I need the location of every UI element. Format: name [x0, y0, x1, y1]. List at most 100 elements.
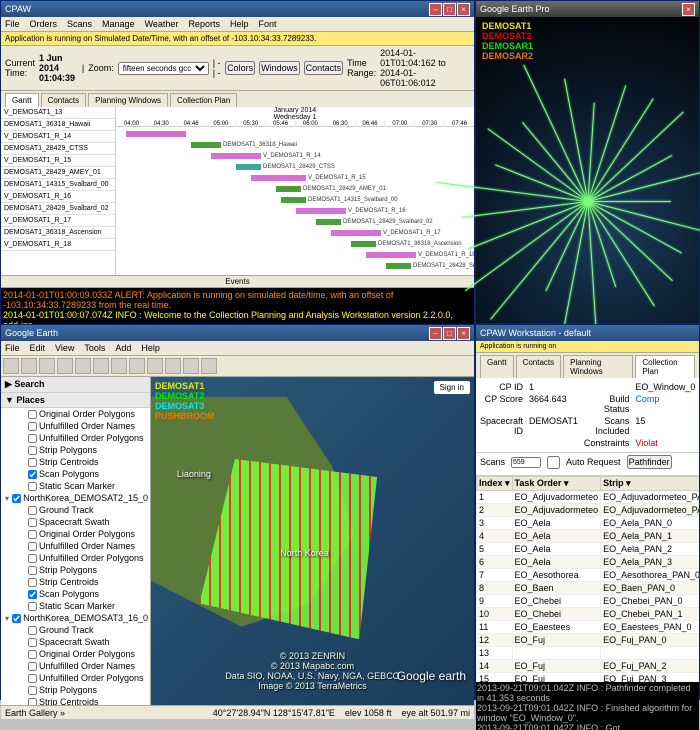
column-header[interactable]: Index ▾ [477, 477, 513, 491]
tree-checkbox[interactable] [12, 614, 21, 623]
menu-tools[interactable]: Tools [84, 343, 105, 353]
ge-map-view[interactable]: DEMOSAT1DEMOSAT2DEMOSAT3PUSHBROOM North … [151, 377, 474, 705]
table-row[interactable]: 1EO_AdjuvadormeteoEO_Adjuvadormeteo_PAN_… [477, 491, 700, 504]
toolbar-button[interactable] [201, 358, 217, 374]
tree-node[interactable]: Original Order Polygons [1, 408, 150, 420]
table-row[interactable]: 6EO_AelaEO_Aela_PAN_3236Available2011-09… [477, 556, 700, 569]
tree-node[interactable]: Strip Centroids [1, 696, 150, 705]
gantt-row[interactable]: V_DEMOSAT1_R_15 [1, 155, 115, 167]
table-row[interactable]: 9EO_ChebeiEO_Chebei_PAN_0188Available201… [477, 595, 700, 608]
gantt-bar[interactable]: DEMOSAT1_28429_CTSS [236, 164, 261, 170]
windows-button[interactable]: Windows [259, 61, 300, 75]
tree-node[interactable]: Spacecraft Swath [1, 516, 150, 528]
minimize-icon[interactable]: – [429, 327, 442, 340]
tree-checkbox[interactable] [28, 566, 37, 575]
close-icon[interactable]: × [457, 3, 470, 16]
tree-node[interactable]: Strip Polygons [1, 444, 150, 456]
gep-globe-view[interactable]: DEMOSAT1DEMOSAT2DEMOSAR1DEMOSAR2 [476, 17, 699, 323]
cpaww-titlebar[interactable]: CPAW Workstation - default [476, 325, 699, 341]
gantt-row[interactable]: V_DEMOSAT1_13 [1, 107, 115, 119]
tree-node[interactable]: Unfulfilled Order Names [1, 660, 150, 672]
tree-checkbox[interactable] [28, 554, 37, 563]
gantt-row[interactable]: DEMOSAT1_14315_Svalbard_00 [1, 179, 115, 191]
menu-view[interactable]: View [55, 343, 74, 353]
gantt-row[interactable]: DEMOSAT1_28429_AMEY_01 [1, 167, 115, 179]
colors-button[interactable]: Colors [225, 61, 255, 75]
tree-checkbox[interactable] [28, 626, 37, 635]
close-icon[interactable]: × [682, 3, 695, 16]
tree-checkbox[interactable] [28, 650, 37, 659]
toolbar-button[interactable] [129, 358, 145, 374]
tree-node[interactable]: Static Scan Marker [1, 480, 150, 492]
gantt-bar[interactable]: V_DEMOSAT1_R_15 [251, 175, 306, 181]
tree-node[interactable]: Ground Track [1, 504, 150, 516]
menu-manage[interactable]: Manage [102, 19, 135, 29]
menu-file[interactable]: File [5, 19, 20, 29]
table-row[interactable]: 8EO_BaenEO_Baen_PAN_0216Available2011-09… [477, 582, 700, 595]
tab-collection-plan[interactable]: Collection Plan [170, 93, 237, 107]
menu-add[interactable]: Add [115, 343, 131, 353]
tree-node[interactable]: Ground Track [1, 624, 150, 636]
table-row[interactable]: 10EO_ChebeiEO_Chebei_PAN_1195Available20… [477, 608, 700, 621]
cpaw-titlebar[interactable]: CPAW –□× [1, 1, 474, 17]
tree-node[interactable]: Unfulfilled Order Polygons [1, 672, 150, 684]
tree-checkbox[interactable] [28, 542, 37, 551]
table-row[interactable]: 2EO_AdjuvadormeteoEO_Adjuvadormeteo_PAN_… [477, 504, 700, 517]
tab-contacts[interactable]: Contacts [516, 355, 562, 378]
menu-scans[interactable]: Scans [67, 19, 92, 29]
table-row[interactable]: 4EO_AelaEO_Aela_PAN_1388Available2011-09… [477, 530, 700, 543]
maximize-icon[interactable]: □ [443, 3, 456, 16]
tree-node[interactable]: Unfulfilled Order Polygons [1, 432, 150, 444]
places-header[interactable]: ▼ Places [1, 393, 150, 408]
table-row[interactable]: 7EO_AesothoreaEO_Aesothorea_PAN_0387Avai… [477, 569, 700, 582]
gantt-bar[interactable]: V_DEMOSAT1_R_14 [211, 153, 261, 159]
gantt-row[interactable]: V_DEMOSAT1_R_17 [1, 215, 115, 227]
tree-node[interactable]: Strip Polygons [1, 564, 150, 576]
toolbar-button[interactable] [111, 358, 127, 374]
gantt-bar[interactable] [126, 131, 186, 137]
tree-checkbox[interactable] [28, 458, 37, 467]
menu-help[interactable]: Help [141, 343, 160, 353]
tree-checkbox[interactable] [28, 686, 37, 695]
tree-checkbox[interactable] [28, 674, 37, 683]
tree-checkbox[interactable] [28, 530, 37, 539]
close-icon[interactable]: × [457, 327, 470, 340]
gantt-bar[interactable]: DEMOSAT1_14315_Svalbard_00 [281, 197, 306, 203]
tree-node[interactable]: Scan Polygons [1, 468, 150, 480]
tree-checkbox[interactable] [28, 578, 37, 587]
scans-input[interactable] [511, 457, 541, 468]
tree-checkbox[interactable] [28, 590, 37, 599]
gantt-row[interactable]: DEMOSAT1_28429_CTSS [1, 143, 115, 155]
tree-checkbox[interactable] [28, 482, 37, 491]
column-header[interactable]: Strip ▾ [601, 477, 699, 491]
gantt-bar[interactable]: V_DEMOSAT1_R_17 [331, 230, 381, 236]
tree-checkbox[interactable] [28, 506, 37, 515]
table-row[interactable]: 13 [477, 647, 700, 660]
tree-checkbox[interactable] [28, 422, 37, 431]
tree-checkbox[interactable] [28, 638, 37, 647]
gantt-bar[interactable]: DEMOSAT1_36318_Hawaii [191, 142, 221, 148]
table-row[interactable]: 5EO_AelaEO_Aela_PAN_2392Available2011-09… [477, 543, 700, 556]
table-row[interactable]: 11EO_EaesteesEO_Eaestees_PAN_0286Availab… [477, 621, 700, 634]
cpaww-log[interactable]: 2013-09-21T09:01.042Z INFO : Pathfinder … [476, 682, 699, 730]
menu-reports[interactable]: Reports [188, 19, 220, 29]
tree-node[interactable]: Original Order Polygons [1, 528, 150, 540]
zoom-select[interactable]: fifteen seconds gcc [118, 62, 209, 75]
toolbar-button[interactable] [165, 358, 181, 374]
signin-button[interactable]: Sign in [434, 381, 470, 394]
collection-plan-table[interactable]: Index ▾Task Order ▾Strip ▾Score ▾Status … [476, 475, 699, 682]
toolbar-button[interactable] [57, 358, 73, 374]
minimize-icon[interactable]: – [429, 3, 442, 16]
tree-node[interactable]: Original Order Polygons [1, 648, 150, 660]
menu-weather[interactable]: Weather [145, 19, 179, 29]
table-row[interactable]: 12EO_FujEO_Fuj_PAN_0292Available2011-09-… [477, 634, 700, 647]
tree-checkbox[interactable] [12, 494, 21, 503]
toolbar-button[interactable] [147, 358, 163, 374]
tab-gantt[interactable]: Gantt [480, 355, 514, 378]
tab-collection-plan[interactable]: Collection Plan [635, 355, 695, 378]
gantt-bar[interactable]: V_DEMOSAT1_R_18 [366, 252, 416, 258]
menu-edit[interactable]: Edit [30, 343, 46, 353]
gantt-row[interactable]: DEMOSAT1_28429_Svalbard_02 [1, 203, 115, 215]
toolbar-button[interactable] [75, 358, 91, 374]
menu-orders[interactable]: Orders [30, 19, 58, 29]
